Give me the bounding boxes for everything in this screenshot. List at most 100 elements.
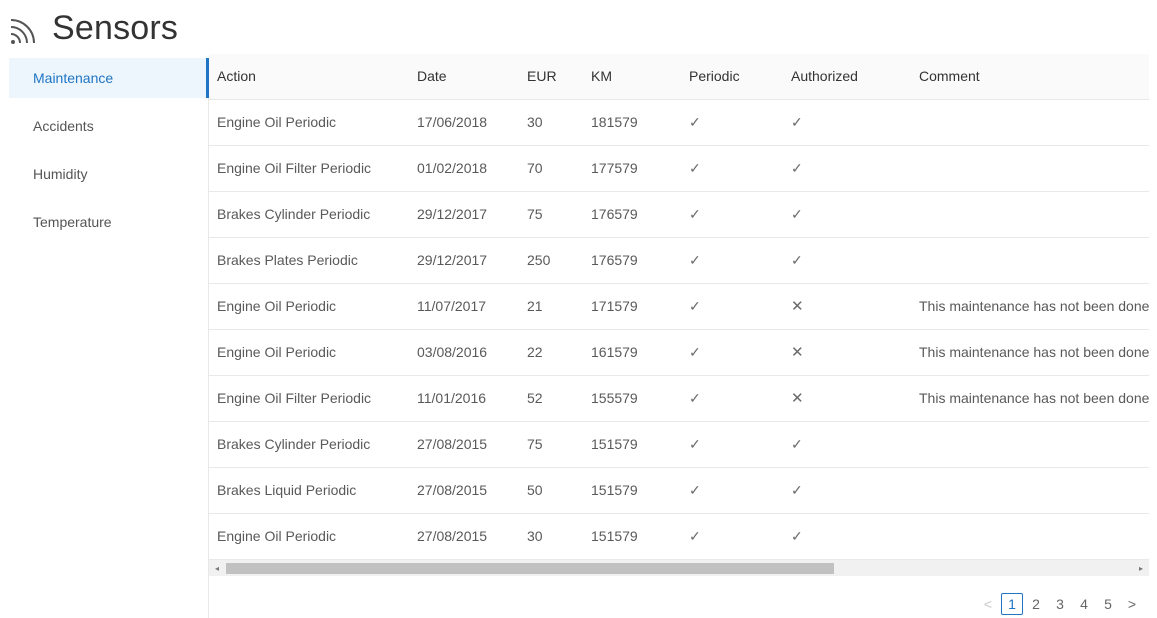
cell-comment: This maintenance has not been done (911, 375, 1149, 422)
cell-action: Engine Oil Periodic (209, 513, 409, 560)
sidebar-item-label: Humidity (33, 166, 88, 182)
cell-comment (911, 191, 1149, 238)
check-icon: ✓ (783, 467, 911, 514)
page-3-button[interactable]: 3 (1049, 593, 1071, 615)
cell-km: 171579 (583, 283, 681, 330)
next-page-button[interactable]: > (1121, 593, 1143, 615)
page-5-button[interactable]: 5 (1097, 593, 1119, 615)
cell-km: 151579 (583, 513, 681, 560)
cell-date: 17/06/2018 (409, 99, 519, 146)
wifi-signal-icon (10, 19, 35, 44)
cell-action: Engine Oil Filter Periodic (209, 145, 409, 192)
prev-page-button[interactable]: < (977, 593, 999, 615)
page-2-button[interactable]: 2 (1025, 593, 1047, 615)
scrollbar-thumb[interactable] (226, 563, 834, 574)
cross-icon: ✕ (783, 329, 911, 376)
sidebar-item-humidity[interactable]: Humidity (9, 154, 208, 194)
cell-date: 29/12/2017 (409, 237, 519, 284)
cell-eur: 75 (519, 421, 583, 468)
cell-date: 01/02/2018 (409, 145, 519, 192)
cell-km: 151579 (583, 421, 681, 468)
sidebar-item-temperature[interactable]: Temperature (9, 202, 208, 242)
check-icon: ✓ (681, 467, 783, 514)
table-row[interactable]: Engine Oil Filter Periodic 01/02/2018 70… (209, 145, 1149, 192)
pagination: < 1 2 3 4 5 > (975, 593, 1143, 615)
sidebar-item-label: Maintenance (33, 70, 114, 86)
check-icon: ✓ (681, 329, 783, 376)
cell-comment (911, 513, 1149, 560)
column-header-periodic[interactable]: Periodic (681, 54, 783, 100)
cell-date: 27/08/2015 (409, 421, 519, 468)
cell-comment (911, 237, 1149, 284)
column-header-comment[interactable]: Comment (911, 54, 1149, 100)
sidebar-item-accidents[interactable]: Accidents (9, 106, 208, 146)
table-row[interactable]: Brakes Cylinder Periodic 27/08/2015 75 1… (209, 421, 1149, 468)
column-header-date[interactable]: Date (409, 54, 519, 100)
table-row[interactable]: Engine Oil Periodic 27/08/2015 30 151579… (209, 513, 1149, 560)
check-icon: ✓ (783, 99, 911, 146)
check-icon: ✓ (783, 421, 911, 468)
table-row[interactable]: Brakes Liquid Periodic 27/08/2015 50 151… (209, 467, 1149, 514)
cell-eur: 30 (519, 99, 583, 146)
cell-km: 176579 (583, 191, 681, 238)
check-icon: ✓ (681, 99, 783, 146)
maintenance-table: Action Date EUR KM Periodic Authorized C… (209, 54, 1149, 560)
cell-km: 161579 (583, 329, 681, 376)
cell-eur: 52 (519, 375, 583, 422)
check-icon: ✓ (681, 421, 783, 468)
table-row[interactable]: Brakes Cylinder Periodic 29/12/2017 75 1… (209, 191, 1149, 238)
cell-action: Engine Oil Periodic (209, 283, 409, 330)
sidebar-item-label: Accidents (33, 118, 94, 134)
cell-date: 03/08/2016 (409, 329, 519, 376)
cell-date: 27/08/2015 (409, 467, 519, 514)
cell-comment: This maintenance has not been done (911, 283, 1149, 330)
check-icon: ✓ (681, 237, 783, 284)
cross-icon: ✕ (783, 283, 911, 330)
check-icon: ✓ (783, 191, 911, 238)
cell-eur: 30 (519, 513, 583, 560)
sidebar-item-maintenance[interactable]: Maintenance (9, 58, 208, 98)
cell-km: 151579 (583, 467, 681, 514)
cell-action: Engine Oil Periodic (209, 329, 409, 376)
sidebar-item-label: Temperature (33, 214, 112, 230)
check-icon: ✓ (783, 513, 911, 560)
cell-eur: 50 (519, 467, 583, 514)
check-icon: ✓ (681, 145, 783, 192)
check-icon: ✓ (681, 375, 783, 422)
cell-comment: This maintenance has not been done (911, 329, 1149, 376)
sidebar-menu: Maintenance Accidents Humidity Temperatu… (9, 58, 208, 250)
page-title: Sensors (52, 8, 179, 47)
page-header: Sensors (8, 6, 178, 50)
scroll-right-icon[interactable]: ▸ (1133, 560, 1149, 576)
table-row[interactable]: Engine Oil Periodic 17/06/2018 30 181579… (209, 99, 1149, 146)
cell-km: 176579 (583, 237, 681, 284)
table-row[interactable]: Brakes Plates Periodic 29/12/2017 250 17… (209, 237, 1149, 284)
column-header-authorized[interactable]: Authorized (783, 54, 911, 100)
cross-icon: ✕ (783, 375, 911, 422)
horizontal-scrollbar[interactable]: ◂ ▸ (209, 560, 1149, 576)
cell-km: 155579 (583, 375, 681, 422)
cell-eur: 70 (519, 145, 583, 192)
cell-date: 11/07/2017 (409, 283, 519, 330)
table-row[interactable]: Engine Oil Periodic 03/08/2016 22 161579… (209, 329, 1149, 376)
cell-eur: 22 (519, 329, 583, 376)
scroll-left-icon[interactable]: ◂ (209, 560, 225, 576)
cell-km: 181579 (583, 99, 681, 146)
cell-km: 177579 (583, 145, 681, 192)
page-4-button[interactable]: 4 (1073, 593, 1095, 615)
cell-action: Engine Oil Periodic (209, 99, 409, 146)
cell-action: Brakes Plates Periodic (209, 237, 409, 284)
cell-comment (911, 467, 1149, 514)
page-1-button[interactable]: 1 (1001, 593, 1023, 615)
column-header-action[interactable]: Action (209, 54, 409, 100)
cell-comment (911, 145, 1149, 192)
cell-action: Brakes Cylinder Periodic (209, 191, 409, 238)
table-header-row: Action Date EUR KM Periodic Authorized C… (209, 54, 1149, 100)
cell-action: Engine Oil Filter Periodic (209, 375, 409, 422)
table-row[interactable]: Engine Oil Periodic 11/07/2017 21 171579… (209, 283, 1149, 330)
check-icon: ✓ (681, 191, 783, 238)
cell-action: Brakes Liquid Periodic (209, 467, 409, 514)
column-header-km[interactable]: KM (583, 54, 681, 100)
column-header-eur[interactable]: EUR (519, 54, 583, 100)
table-row[interactable]: Engine Oil Filter Periodic 11/01/2016 52… (209, 375, 1149, 422)
